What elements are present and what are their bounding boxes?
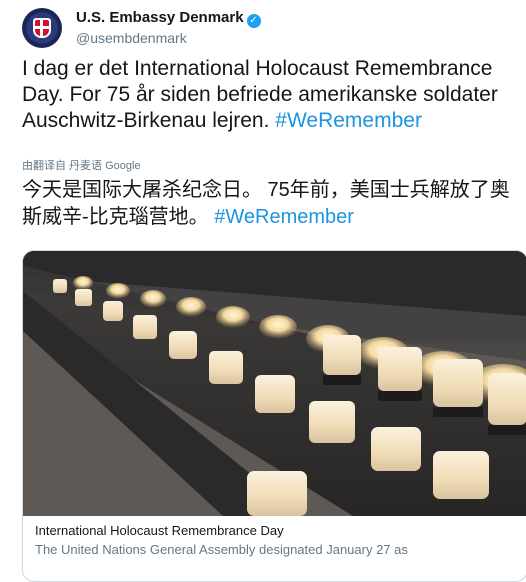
hashtag-link[interactable]: #WeRemember (214, 206, 354, 228)
display-name[interactable]: U.S. Embassy Denmark (76, 9, 244, 26)
card-description: The United Nations General Assembly desi… (35, 542, 408, 557)
card-text: International Holocaust Remembrance Day … (35, 523, 525, 557)
avatar[interactable] (22, 8, 62, 48)
account-names: U.S. Embassy Denmark ✓ @usembdenmark (76, 9, 261, 46)
translated-text: 今天是国际大屠杀纪念日。 75年前，美国士兵解放了奥斯威辛-比克瑙营地。 #We… (22, 177, 522, 231)
tweet-text-danish: I dag er det International Holocaust Rem… (22, 57, 498, 132)
tweet: U.S. Embassy Denmark ✓ @usembdenmark I da… (0, 0, 526, 582)
translated-by-label: 由翻译自 丹麦语 (22, 160, 103, 172)
embassy-seal-icon (33, 18, 51, 38)
card-title[interactable]: International Holocaust Remembrance Day (35, 523, 525, 538)
link-card[interactable]: International Holocaust Remembrance Day … (22, 250, 526, 582)
translation-note: 由翻译自 丹麦语 Google (22, 157, 141, 173)
card-image[interactable] (23, 251, 526, 516)
account-handle[interactable]: @usembdenmark (76, 30, 261, 46)
tweet-text: I dag er det International Holocaust Rem… (22, 56, 522, 134)
hashtag-link[interactable]: #WeRemember (275, 109, 422, 132)
verified-check-icon: ✓ (246, 14, 261, 28)
memorial-candles-image (23, 251, 526, 516)
google-translate-link[interactable]: Google (105, 160, 140, 172)
